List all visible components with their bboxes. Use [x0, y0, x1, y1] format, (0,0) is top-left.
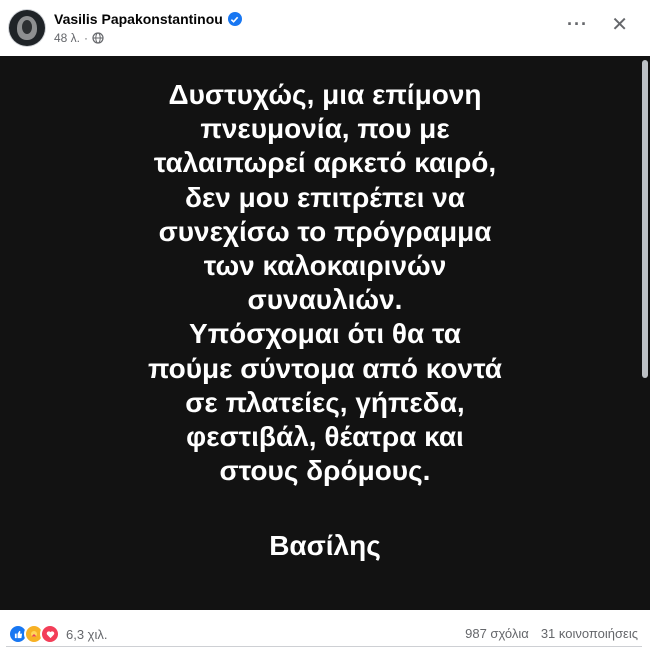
comments-count[interactable]: 987 σχόλια: [465, 626, 529, 641]
post-signature: Βασίλης: [269, 530, 381, 561]
post-text-line: δεν μου επιτρέπει να: [185, 181, 465, 213]
post-timestamp[interactable]: 48 λ.: [54, 31, 80, 45]
post-header: Vasilis Papakonstantinou 48 λ. · ··· ✕: [0, 0, 650, 56]
scrollbar[interactable]: [642, 60, 648, 378]
post-text-line: Δυστυχώς, μια επίμονη: [168, 79, 482, 110]
close-icon[interactable]: ✕: [611, 12, 628, 37]
post-text-line: των καλοκαιρινών: [203, 250, 447, 282]
reactions-summary[interactable]: 6,3 χιλ.: [8, 624, 108, 644]
post-meta: 48 λ. ·: [54, 31, 104, 45]
post-text: Δυστυχώς, μια επίμονη πνευμονία, που με τα…: [0, 78, 650, 488]
reactions-count[interactable]: 6,3 χιλ.: [66, 627, 108, 642]
post-text-line: Υπόσχομαι ότι θα τα: [189, 318, 461, 350]
engagement-stats: 987 σχόλια 31 κοινοποιήσεις: [465, 626, 638, 641]
post-text-line: στους δρόμους.: [219, 455, 431, 487]
author-name[interactable]: Vasilis Papakonstantinou: [54, 11, 223, 27]
post-text-line: ταλαιπωρεί αρκετό καιρό,: [153, 147, 497, 179]
post-text-line: φεστιβάλ, θέατρα και: [186, 421, 464, 453]
more-options-icon[interactable]: ···: [567, 14, 588, 35]
post-text-line: πνευμονία, που με: [200, 113, 450, 145]
love-reaction-icon: [40, 624, 60, 644]
post-text-line: σε πλατείες, γήπεδα,: [185, 386, 465, 418]
author-avatar[interactable]: [9, 10, 45, 46]
globe-icon: [92, 32, 104, 44]
post-text-line: συνεχίσω το πρόγραμμα: [158, 215, 492, 247]
author-name-row: Vasilis Papakonstantinou: [54, 11, 242, 27]
post-text-line: συναυλιών.: [247, 284, 403, 316]
post-image[interactable]: Δυστυχώς, μια επίμονη πνευμονία, που με τα…: [0, 56, 650, 610]
divider: [6, 646, 642, 647]
verified-badge-icon: [227, 12, 242, 26]
shares-count[interactable]: 31 κοινοποιήσεις: [541, 626, 638, 641]
post-text-line: πούμε σύντομα από κοντά: [147, 352, 503, 384]
